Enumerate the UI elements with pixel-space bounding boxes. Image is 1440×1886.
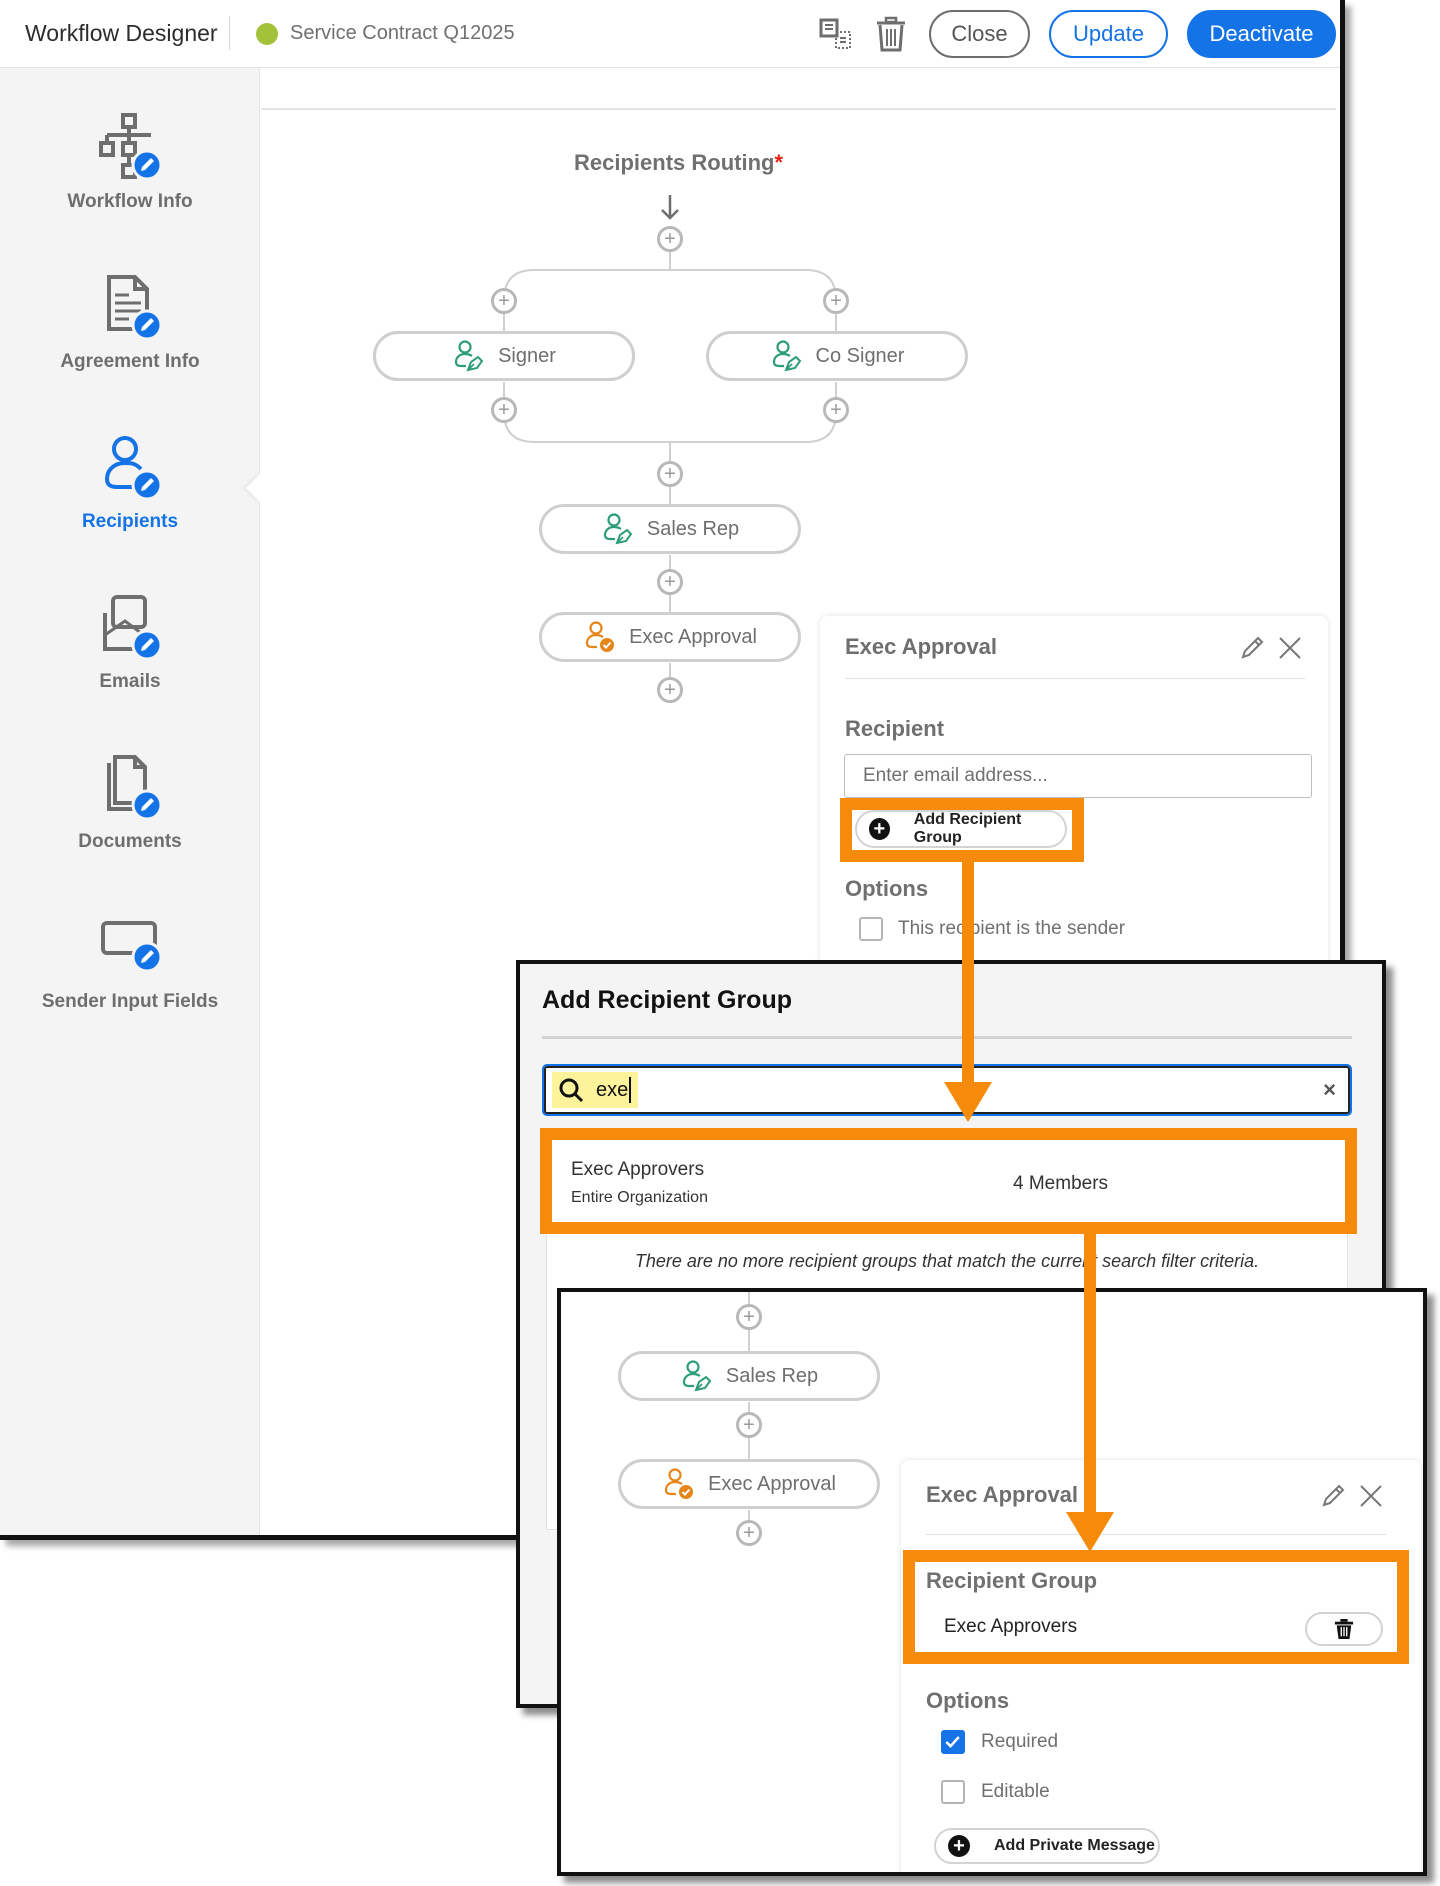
- recipient-node-co-signer[interactable]: Co Signer: [706, 331, 968, 381]
- approver-icon: [585, 621, 615, 652]
- button-label: Add Recipient Group: [913, 811, 1022, 846]
- result-view-window: + + + Sales Rep Exec Approval Exec Appro…: [557, 1288, 1427, 1876]
- node-label: Sales Rep: [725, 1364, 819, 1387]
- required-checkbox-label: Required: [981, 1731, 1059, 1752]
- panel-title: Exec Approval: [845, 634, 998, 659]
- edit-pencil-icon[interactable]: [1238, 634, 1266, 662]
- options-label: Options: [845, 876, 929, 901]
- signer-icon: [772, 340, 801, 372]
- editable-checkbox-label: Editable: [981, 1781, 1050, 1802]
- group-result-row[interactable]: Exec Approvers Entire Organization 4 Mem…: [557, 1145, 1337, 1225]
- recipient-node-signer[interactable]: Signer: [373, 331, 635, 381]
- node-label: Exec Approval: [708, 1472, 836, 1495]
- add-circle-icon: +: [948, 1835, 970, 1857]
- node-label: Sales Rep: [646, 517, 740, 540]
- node-label: Signer: [498, 344, 556, 367]
- dialog-title: Add Recipient Group: [542, 986, 792, 1014]
- close-panel-icon[interactable]: [1276, 634, 1304, 662]
- button-label: Add Private Message: [994, 1837, 1155, 1854]
- down-arrow-icon: [661, 195, 679, 220]
- selected-group-name: Exec Approvers: [944, 1616, 1078, 1637]
- add-step-button[interactable]: +: [736, 1412, 762, 1438]
- search-icon: [558, 1077, 584, 1103]
- add-step-button[interactable]: +: [657, 569, 683, 595]
- signer-icon: [454, 340, 484, 372]
- search-value: exe: [596, 1077, 632, 1103]
- add-recipient-group-button[interactable]: + Add Recipient Group: [855, 810, 1067, 848]
- signer-icon: [603, 513, 633, 545]
- options-label: Options: [926, 1688, 1010, 1713]
- recipient-node-sales-rep[interactable]: Sales Rep: [618, 1351, 880, 1401]
- clear-search-icon[interactable]: ×: [1323, 1077, 1336, 1103]
- node-label: Exec Approval: [629, 625, 757, 648]
- add-step-button[interactable]: +: [491, 288, 517, 314]
- panel-title: Exec Approval: [926, 1482, 1079, 1507]
- add-circle-icon: +: [869, 818, 890, 840]
- recipient-node-sales-rep[interactable]: Sales Rep: [539, 504, 801, 554]
- sender-checkbox[interactable]: [859, 917, 883, 941]
- recipient-label: Recipient: [845, 716, 945, 741]
- add-step-button[interactable]: +: [657, 461, 683, 487]
- panel-divider: [926, 1534, 1386, 1535]
- remove-group-button[interactable]: [1305, 1612, 1383, 1646]
- dialog-divider: [542, 1036, 1352, 1039]
- add-step-button[interactable]: +: [657, 226, 683, 252]
- add-private-message-button[interactable]: + Add Private Message: [934, 1828, 1160, 1864]
- email-field[interactable]: [844, 754, 1312, 798]
- recipient-panel-result: Exec Approval Recipient Group Exec Appro…: [901, 1460, 1421, 1872]
- trash-icon: [1334, 1619, 1354, 1639]
- add-step-button[interactable]: +: [823, 288, 849, 314]
- group-scope: Entire Organization: [571, 1189, 708, 1206]
- approver-icon: [664, 1468, 694, 1499]
- no-more-results-message: There are no more recipient groups that …: [634, 1251, 1260, 1271]
- recipient-node-exec-approval[interactable]: Exec Approval: [539, 612, 801, 662]
- group-search-input[interactable]: exe ×: [542, 1064, 1352, 1116]
- add-step-button[interactable]: +: [657, 677, 683, 703]
- node-label: Co Signer: [815, 344, 905, 367]
- panel-divider: [845, 678, 1305, 679]
- add-step-button[interactable]: +: [736, 1520, 762, 1546]
- edit-pencil-icon[interactable]: [1319, 1482, 1347, 1510]
- group-member-count: 4 Members: [1013, 1173, 1109, 1194]
- recipient-group-label: Recipient Group: [926, 1568, 1098, 1593]
- add-step-button[interactable]: +: [491, 397, 517, 423]
- editable-checkbox[interactable]: [941, 1780, 965, 1804]
- add-step-button[interactable]: +: [736, 1304, 762, 1330]
- sender-checkbox-label: This recipient is the sender: [898, 918, 1126, 939]
- signer-icon: [682, 1360, 712, 1392]
- close-panel-icon[interactable]: [1357, 1482, 1385, 1510]
- group-name: Exec Approvers: [571, 1159, 705, 1180]
- add-step-button[interactable]: +: [823, 397, 849, 423]
- recipient-node-exec-approval[interactable]: Exec Approval: [618, 1459, 880, 1509]
- required-checkbox[interactable]: [941, 1730, 965, 1754]
